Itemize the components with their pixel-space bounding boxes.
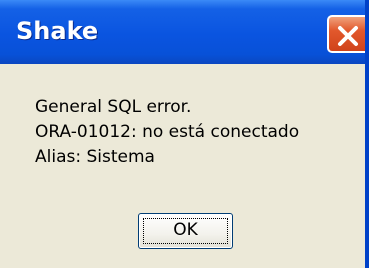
- title-bar[interactable]: Shake: [0, 0, 365, 64]
- window-title: Shake: [16, 17, 99, 45]
- close-button[interactable]: [327, 15, 365, 53]
- close-icon: [338, 26, 358, 46]
- message-line-2: ORA-01012: no está conectado: [35, 122, 300, 142]
- ok-button[interactable]: OK: [138, 213, 233, 249]
- message-line-3: Alias: Sistema: [35, 147, 155, 167]
- ok-button-label: OK: [173, 220, 198, 240]
- message-line-1: General SQL error.: [35, 97, 192, 117]
- error-dialog: Shake General SQL error. ORA-01012: no e…: [0, 0, 369, 268]
- error-message: General SQL error. ORA-01012: no está co…: [35, 95, 299, 170]
